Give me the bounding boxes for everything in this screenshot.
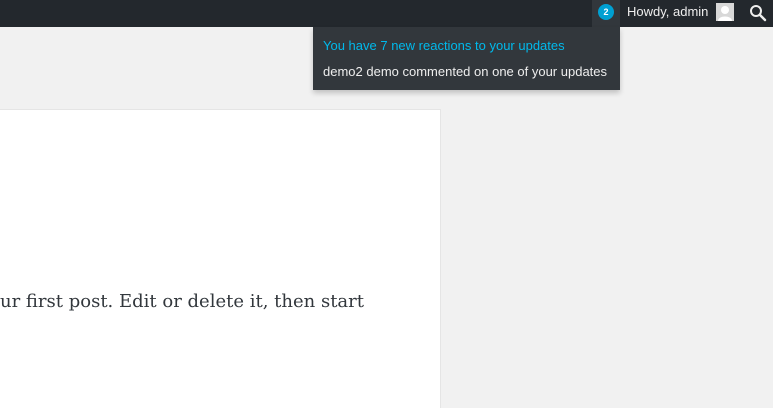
admin-bar: 2 Howdy, admin [0, 0, 773, 27]
notification-item-reactions[interactable]: You have 7 new reactions to your updates [323, 38, 565, 53]
account-menu-greeting[interactable]: Howdy, admin [627, 0, 708, 27]
notification-count-badge[interactable]: 2 [598, 4, 614, 20]
search-icon[interactable] [744, 0, 773, 27]
avatar-icon[interactable] [716, 3, 734, 21]
post-excerpt: ur first post. Edit or delete it, then s… [0, 291, 364, 312]
post-content-area: ur first post. Edit or delete it, then s… [0, 109, 441, 408]
notification-item-comment[interactable]: demo2 demo commented on one of your upda… [323, 64, 607, 79]
notifications-dropdown: You have 7 new reactions to your updates… [313, 27, 620, 90]
